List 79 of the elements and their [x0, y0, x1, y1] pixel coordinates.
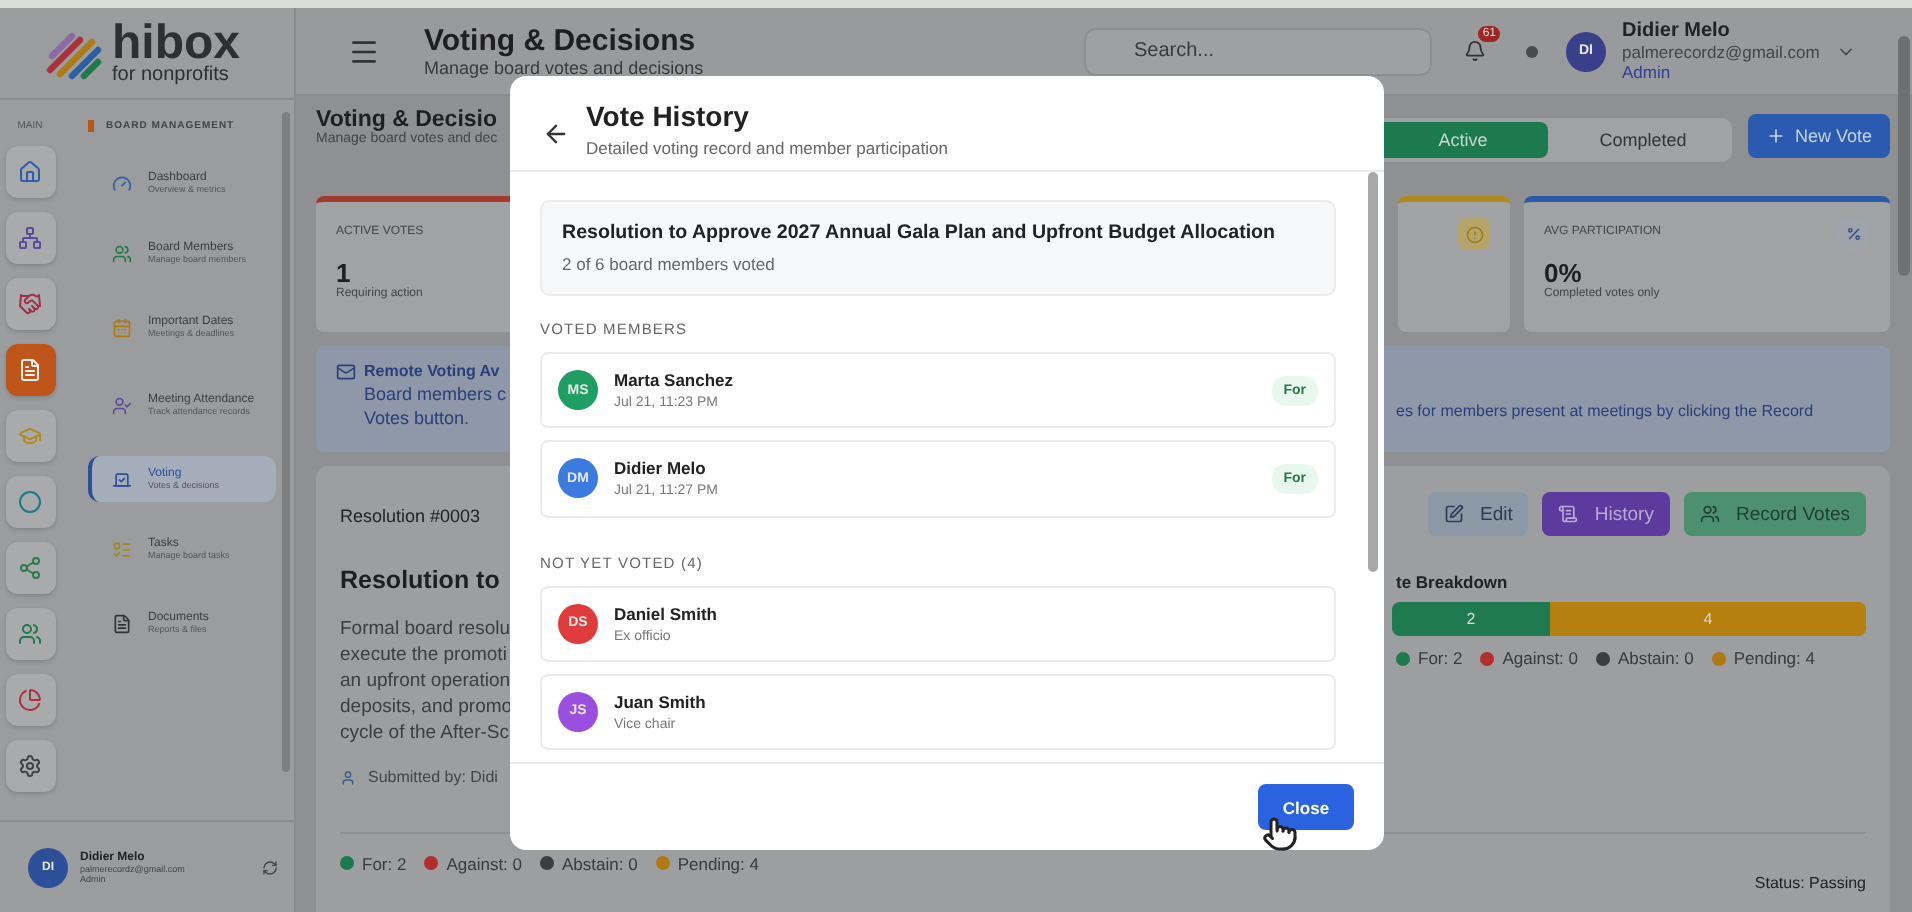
rail-button[interactable] [5, 212, 55, 264]
description-line: execute the promoti [340, 644, 507, 666]
gauge-icon [112, 173, 132, 193]
banner-text: Votes button. [364, 408, 470, 428]
people-icon [112, 243, 132, 263]
percent-icon [1846, 226, 1862, 242]
rail-button[interactable] [5, 608, 55, 660]
alert-icon [1465, 225, 1483, 243]
edit-icon [1444, 504, 1465, 524]
user-icon [340, 769, 356, 785]
action-button[interactable]: Record Votes [1683, 492, 1866, 536]
summary-count: 2 of 6 board members voted [562, 254, 777, 274]
logo-tagline: for nonprofits [112, 65, 231, 84]
member-name: Didier Melo [614, 458, 708, 479]
banner-title: Remote Voting Av [364, 362, 500, 380]
rail-button[interactable] [5, 278, 55, 330]
legend-item: For: 2 [1396, 648, 1463, 668]
description-line: cycle of the After-Sc [340, 722, 509, 744]
rail-button[interactable] [5, 146, 55, 198]
user-role: Admin [1622, 62, 1673, 82]
rail-button[interactable] [5, 344, 55, 396]
member-name: Juan Smith [614, 691, 708, 712]
close-button[interactable]: Close [1258, 784, 1354, 830]
resolution-number: Resolution #0003 [340, 506, 481, 526]
member-name: Daniel Smith [614, 603, 719, 624]
checklist-icon [112, 539, 132, 559]
dialog-title: Vote History [586, 100, 751, 132]
resolution-title: Resolution to [340, 566, 500, 594]
bell-icon[interactable] [1464, 40, 1486, 62]
ballot-box-icon [112, 469, 132, 489]
logo-name: hibox [112, 22, 240, 66]
breakdown-segment: 2 [1392, 602, 1550, 636]
rail-button[interactable] [5, 476, 55, 528]
header-title: Voting & Decisions [424, 24, 698, 58]
submitted-by: Submitted by: Didi [368, 768, 498, 786]
status-text: Status: Passing [1754, 873, 1866, 891]
description-line: an upfront operation [340, 670, 511, 692]
logo-icon [44, 27, 104, 79]
stat-value: 1 [336, 258, 351, 288]
rail-button[interactable] [5, 542, 55, 594]
banner-text: Board members c [364, 384, 507, 404]
legend-item: Against: 0 [1480, 648, 1579, 668]
summary-title: Resolution to Approve 2027 Annual Gala Plan and Upfront Budget Allocation [562, 222, 1278, 244]
rail-button[interactable] [5, 674, 55, 726]
scroll-icon [1558, 504, 1579, 524]
new-vote-button[interactable]: New Vote [1748, 114, 1890, 158]
legend-item: Pending: 4 [1711, 648, 1815, 668]
breakdown-segment: 4 [1549, 602, 1866, 636]
description-line: Formal board resolu [340, 618, 511, 640]
document-icon [112, 613, 132, 633]
member-name: Marta Sanchez [614, 370, 736, 391]
action-button[interactable]: History [1542, 492, 1670, 536]
document-icon [18, 358, 42, 382]
user-check-icon [112, 395, 132, 415]
page-title: Voting & Decisio [316, 108, 500, 132]
status-dot [1526, 45, 1538, 57]
breakdown-title: te Breakdown [1396, 572, 1508, 592]
legend-item: Against: 0 [424, 853, 523, 873]
plus-icon [1766, 126, 1787, 146]
header-subtitle: Manage board votes and decisions [424, 58, 706, 78]
user-name: Didier Melo [1622, 20, 1732, 42]
rail-button[interactable] [5, 740, 55, 792]
tab[interactable]: Completed [1556, 122, 1729, 158]
calendar-icon [112, 317, 132, 337]
people-icon [1699, 504, 1720, 524]
legend-item: Pending: 4 [655, 853, 759, 873]
refresh-icon[interactable] [262, 859, 278, 875]
description-line: deposits, and promo [340, 696, 513, 718]
action-button[interactable]: Edit [1428, 492, 1529, 536]
legend-item: For: 2 [340, 853, 407, 873]
user-email: palmerecordz@gmail.com [1622, 42, 1820, 62]
banner-text: es for members present at meetings by clicking the Record [1396, 402, 1814, 420]
mail-icon [336, 362, 356, 382]
menu-icon[interactable] [348, 35, 380, 67]
stat-value: 0% [1544, 258, 1582, 288]
legend-item: Abstain: 0 [1596, 648, 1694, 668]
legend-item: Abstain: 0 [540, 853, 638, 873]
search-field[interactable]: Search... [1084, 27, 1432, 75]
dialog-subtitle: Detailed voting record and member participation [586, 138, 948, 158]
